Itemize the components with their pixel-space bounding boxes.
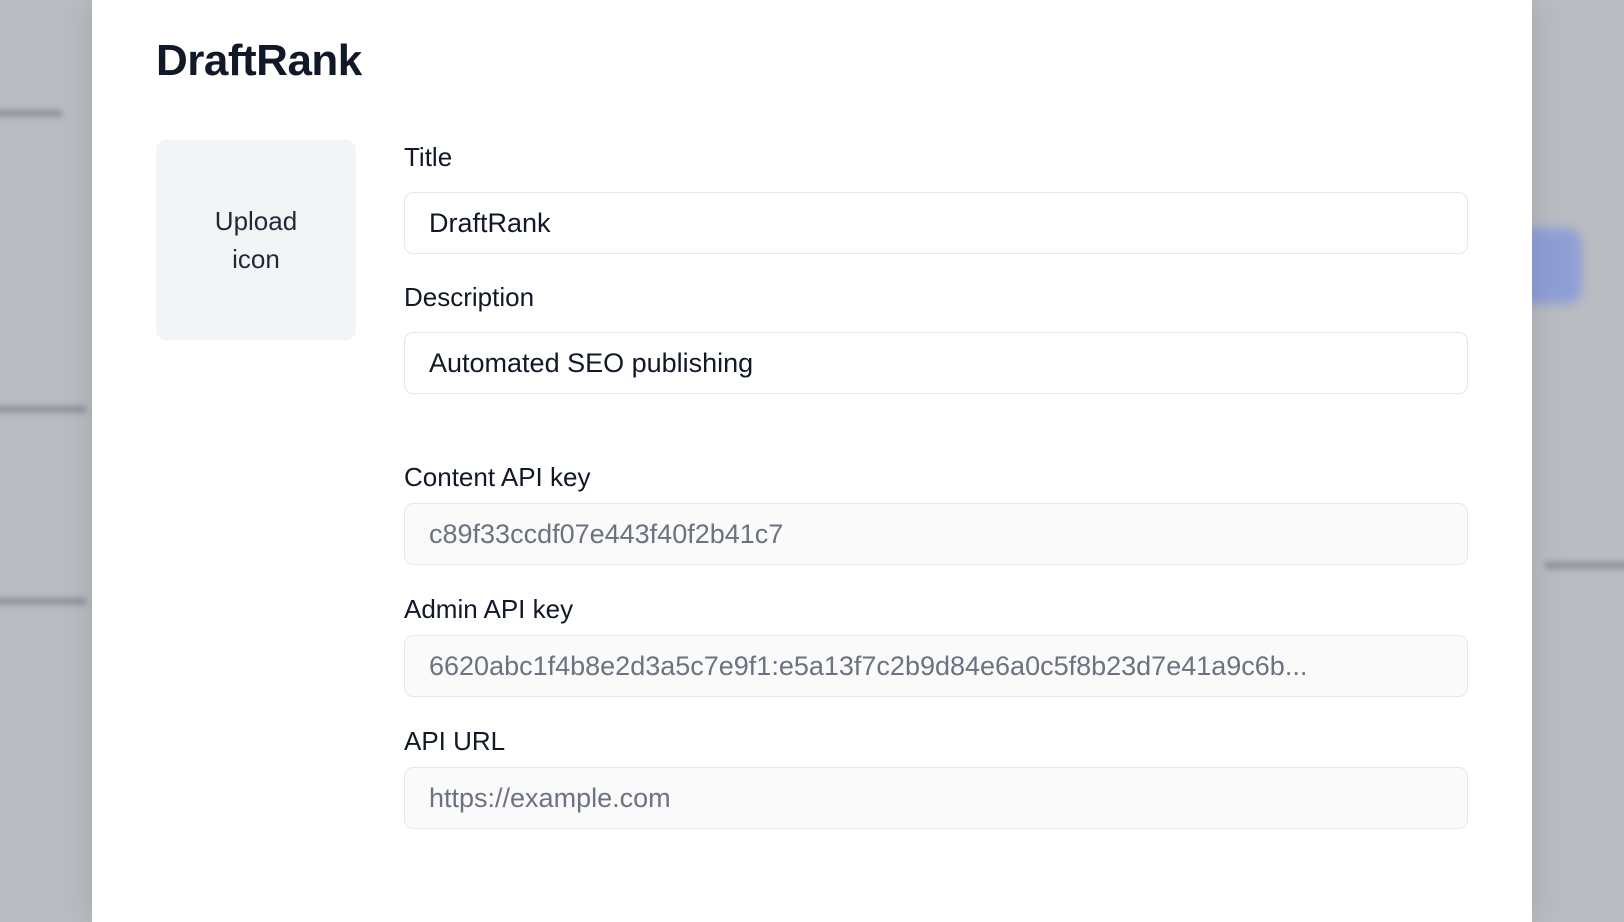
background-blur-text: ▬▬▬▬ xyxy=(1545,548,1624,575)
admin-api-key-label: Admin API key xyxy=(404,594,574,624)
dialog-title: DraftRank xyxy=(156,36,362,85)
background-blur-text: ▬▬▬▬ xyxy=(0,392,86,419)
content-api-key-label: Content API key xyxy=(404,462,591,492)
title-label: Title xyxy=(404,142,453,172)
api-url-input[interactable] xyxy=(404,767,1468,829)
background-blur-text: ▬▬▬ xyxy=(0,96,62,123)
admin-api-key-input[interactable] xyxy=(404,635,1468,697)
upload-icon-button[interactable]: Upload icon xyxy=(156,140,356,340)
content-api-key-input[interactable] xyxy=(404,503,1468,565)
description-label: Description xyxy=(404,282,535,312)
title-input[interactable] xyxy=(404,192,1468,254)
upload-icon-label: Upload icon xyxy=(214,206,298,274)
integration-dialog: DraftRank Upload icon Title Description … xyxy=(92,0,1532,922)
api-url-label: API URL xyxy=(404,726,506,756)
background-blur-text: ▬▬▬▬ xyxy=(0,584,86,611)
description-input[interactable] xyxy=(404,332,1468,394)
